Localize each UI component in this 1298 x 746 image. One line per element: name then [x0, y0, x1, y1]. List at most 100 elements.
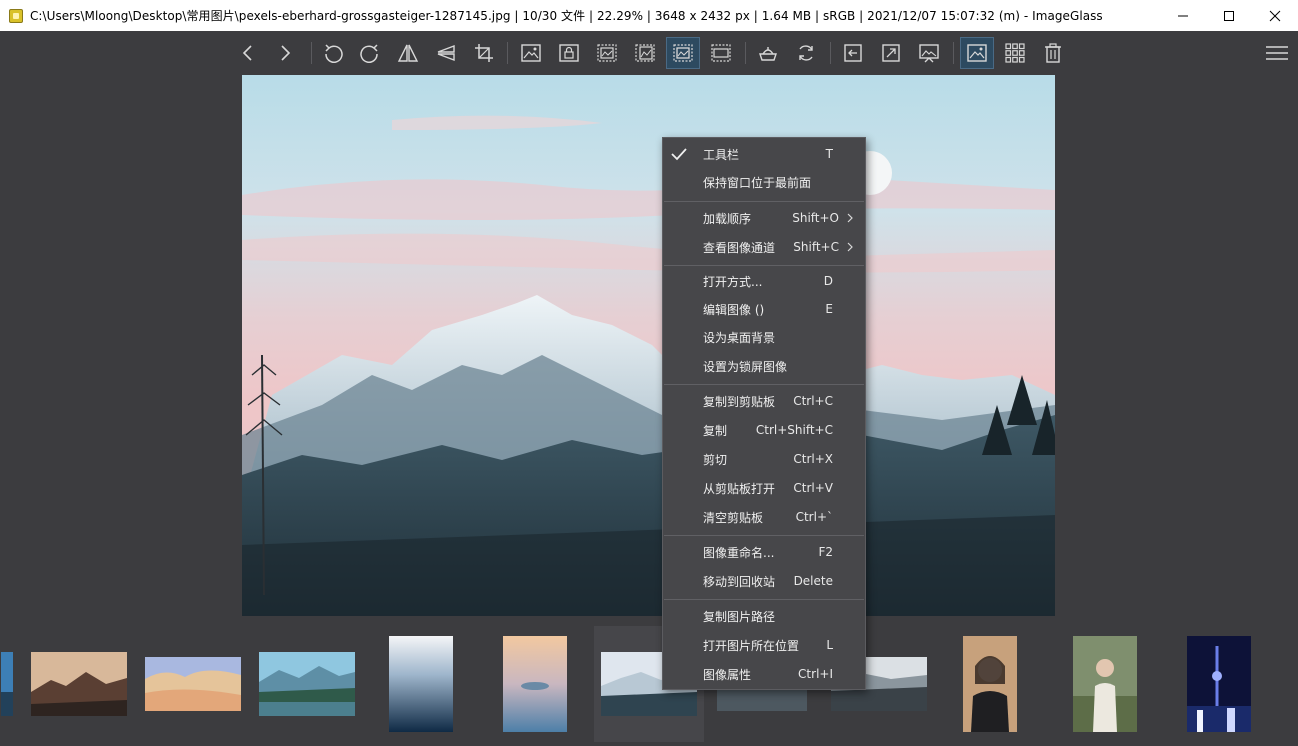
gallery-button[interactable] [998, 37, 1032, 69]
close-icon [1269, 10, 1281, 21]
thumbnail-item[interactable] [1064, 626, 1146, 742]
menu-item-cut[interactable]: 剪切 Ctrl+X [663, 445, 865, 473]
menu-item-open-with[interactable]: 打开方式... D [663, 267, 865, 295]
scale-to-fit-icon [673, 44, 693, 62]
menu-item-label: 从剪贴板打开 [703, 481, 776, 496]
menu-item-toolbar[interactable]: 工具栏 T [663, 140, 865, 168]
submenu-arrow-icon [847, 213, 853, 223]
menu-item-shortcut: Ctrl+Shift+C [755, 423, 833, 437]
menu-item-shortcut: Ctrl+X [793, 452, 833, 466]
window-fit-button[interactable] [874, 37, 908, 69]
checkerboard-button[interactable] [751, 37, 785, 69]
thumbnail-item[interactable] [958, 626, 1022, 742]
gallery-icon [1005, 43, 1025, 63]
menu-item-clear-clipboard[interactable]: 清空剪贴板 Ctrl+` [663, 503, 865, 531]
slideshow-button[interactable] [912, 37, 946, 69]
minimize-button[interactable] [1160, 0, 1206, 31]
thumbnail-image [1, 652, 13, 716]
menu-item-shortcut: T [825, 147, 833, 161]
main-menu-button[interactable] [1260, 37, 1294, 69]
thumbnail-item[interactable] [254, 626, 360, 742]
menu-item-label: 清空剪贴板 [703, 510, 764, 525]
refresh-button[interactable] [789, 37, 823, 69]
menu-item-set-lock-screen[interactable]: 设置为锁屏图像 [663, 352, 865, 380]
window-controls [1160, 0, 1298, 31]
lock-zoom-button[interactable] [552, 37, 586, 69]
menu-item-shortcut: L [826, 638, 833, 652]
scale-to-fill-button[interactable] [704, 37, 738, 69]
menu-item-open-from-clipboard[interactable]: 从剪贴板打开 Ctrl+V [663, 474, 865, 502]
thumbnail-image [963, 636, 1017, 732]
next-image-button[interactable] [268, 37, 302, 69]
menu-item-label: 设为桌面背景 [703, 330, 776, 345]
thumbnail-image [1073, 636, 1137, 732]
toolbar-separator [830, 42, 831, 64]
submenu-arrow-icon [847, 242, 853, 252]
menu-item-label: 图像属性 [703, 667, 752, 682]
mountain-photo [242, 75, 1055, 616]
menu-item-set-desktop-background[interactable]: 设为桌面背景 [663, 323, 865, 351]
menu-item-label: 工具栏 [703, 147, 740, 162]
thumbnail-image [389, 636, 453, 732]
scale-to-fit-button[interactable] [666, 37, 700, 69]
auto-zoom-button[interactable] [514, 37, 548, 69]
title-bar[interactable]: C:\Users\Mloong\Desktop\常用图片\pexels-eber… [0, 0, 1298, 31]
menu-item-shortcut: D [823, 274, 833, 288]
menu-item-label: 剪切 [703, 452, 728, 467]
lock-zoom-icon [559, 44, 579, 62]
scale-to-fill-icon [711, 44, 731, 62]
delete-button[interactable] [1036, 37, 1070, 69]
menu-item-copy-image-path[interactable]: 复制图片路径 [663, 602, 865, 630]
thumbnail-image [1187, 636, 1251, 732]
thumbnail-item[interactable] [488, 626, 582, 742]
menu-item-always-on-top[interactable]: 保持窗口位于最前面 [663, 168, 865, 196]
menu-item-label: 复制图片路径 [703, 609, 776, 624]
menu-item-load-order[interactable]: 加载顺序 Shift+O [663, 204, 865, 232]
menu-item-rename-image[interactable]: 图像重命名... F2 [663, 538, 865, 566]
fullscreen-button[interactable] [836, 37, 870, 69]
thumbnail-item[interactable] [1178, 626, 1260, 742]
thumbnail-item[interactable] [374, 626, 468, 742]
prev-image-button[interactable] [231, 37, 265, 69]
thumbnail-bar [0, 622, 1298, 746]
menu-item-open-file-location[interactable]: 打开图片所在位置 L [663, 631, 865, 659]
rotate-left-button[interactable] [316, 37, 350, 69]
toolbar-separator [953, 42, 954, 64]
menu-item-label: 图像重命名... [703, 545, 775, 560]
scale-to-height-icon [635, 44, 655, 62]
rotate-right-button[interactable] [353, 37, 387, 69]
scale-to-height-button[interactable] [628, 37, 662, 69]
thumbnail-image [259, 652, 355, 716]
viewer-mode-button[interactable] [960, 37, 994, 69]
refresh-icon [799, 45, 813, 61]
scale-to-width-icon [597, 44, 617, 62]
thumbnail-item[interactable] [0, 626, 14, 742]
rotate-right-icon [360, 44, 378, 63]
crop-button[interactable] [467, 37, 501, 69]
image-viewer[interactable] [242, 75, 1055, 616]
fullscreen-icon [844, 44, 862, 62]
thumbnail-item[interactable] [26, 626, 132, 742]
window-title: C:\Users\Mloong\Desktop\常用图片\pexels-eber… [30, 9, 1103, 23]
menu-separator [664, 201, 864, 202]
flip-horizontal-button[interactable] [391, 37, 425, 69]
scale-to-width-button[interactable] [590, 37, 624, 69]
menu-item-copy[interactable]: 复制 Ctrl+Shift+C [663, 416, 865, 444]
toolbar [0, 31, 1298, 74]
close-button[interactable] [1252, 0, 1298, 31]
flip-vertical-button[interactable] [429, 37, 463, 69]
thumbnail-item[interactable] [140, 626, 246, 742]
menu-item-edit-image[interactable]: 编辑图像 () E [663, 295, 865, 323]
flip-vertical-icon [437, 44, 455, 62]
menu-item-image-properties[interactable]: 图像属性 Ctrl+I [663, 660, 865, 688]
window-fit-icon [882, 44, 900, 62]
chevron-left-icon [242, 45, 252, 61]
menu-item-copy-to-clipboard[interactable]: 复制到剪贴板 Ctrl+C [663, 387, 865, 415]
viewer-icon [967, 44, 987, 62]
maximize-button[interactable] [1206, 0, 1252, 31]
menu-item-shortcut: E [825, 302, 833, 316]
menu-item-view-channels[interactable]: 查看图像通道 Shift+C [663, 233, 865, 261]
menu-item-move-to-recycle-bin[interactable]: 移动到回收站 Delete [663, 567, 865, 595]
toolbar-separator [507, 42, 508, 64]
menu-item-label: 编辑图像 () [703, 302, 765, 317]
